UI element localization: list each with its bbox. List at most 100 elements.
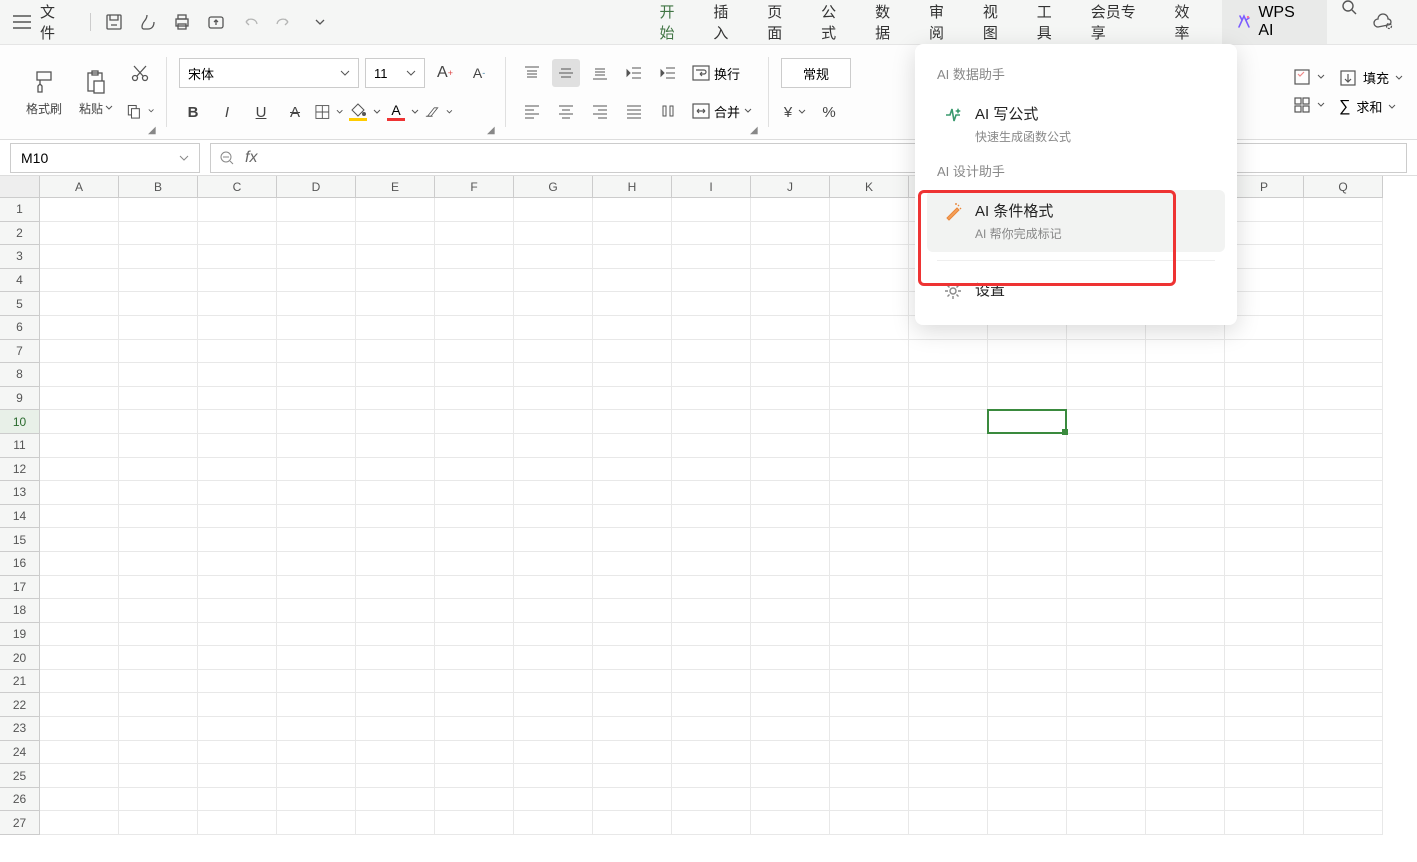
cell[interactable] [830, 599, 909, 623]
column-header[interactable]: F [435, 176, 514, 198]
cell[interactable] [119, 646, 198, 670]
cell[interactable] [1225, 741, 1304, 765]
cell[interactable] [593, 292, 672, 316]
cell[interactable] [40, 717, 119, 741]
cell[interactable] [672, 788, 751, 812]
cell[interactable] [751, 316, 830, 340]
cell[interactable] [435, 222, 514, 246]
column-header[interactable]: H [593, 176, 672, 198]
cell[interactable] [1067, 670, 1146, 694]
cell[interactable] [435, 481, 514, 505]
cell[interactable] [909, 693, 988, 717]
row-header[interactable]: 13 [0, 481, 39, 505]
cell[interactable] [40, 387, 119, 411]
cell[interactable] [40, 292, 119, 316]
wrap-text-button[interactable]: 换行 [688, 62, 744, 85]
cell[interactable] [1146, 528, 1225, 552]
font-name-select[interactable]: 宋体 [179, 58, 359, 88]
column-header[interactable]: G [514, 176, 593, 198]
cell[interactable] [1225, 670, 1304, 694]
cell[interactable] [198, 222, 277, 246]
increase-font-icon[interactable]: A+ [431, 59, 459, 87]
cell[interactable] [356, 316, 435, 340]
cell[interactable] [593, 198, 672, 222]
cell[interactable] [435, 788, 514, 812]
cell[interactable] [593, 434, 672, 458]
cell[interactable] [119, 528, 198, 552]
cell[interactable] [356, 811, 435, 835]
undo-icon[interactable] [236, 8, 264, 36]
cell[interactable] [988, 717, 1067, 741]
cell[interactable] [1067, 528, 1146, 552]
cell[interactable] [277, 505, 356, 529]
cell[interactable] [1225, 387, 1304, 411]
cell[interactable] [672, 363, 751, 387]
font-color-icon[interactable]: A [387, 103, 419, 121]
cell[interactable] [1225, 505, 1304, 529]
cell[interactable] [356, 481, 435, 505]
cell[interactable] [593, 646, 672, 670]
strikethrough-icon[interactable]: A [281, 98, 309, 126]
cell[interactable] [356, 363, 435, 387]
cell[interactable] [198, 528, 277, 552]
cell[interactable] [514, 552, 593, 576]
cell[interactable] [40, 434, 119, 458]
cell[interactable] [1146, 811, 1225, 835]
cell[interactable] [119, 670, 198, 694]
cell[interactable] [1067, 387, 1146, 411]
cell[interactable] [119, 340, 198, 364]
cell[interactable] [593, 340, 672, 364]
row-header[interactable]: 6 [0, 316, 39, 340]
cell[interactable] [909, 505, 988, 529]
cell[interactable] [909, 387, 988, 411]
cell[interactable] [988, 410, 1067, 434]
cell[interactable] [672, 410, 751, 434]
cell[interactable] [1146, 623, 1225, 647]
cell[interactable] [40, 269, 119, 293]
cell[interactable] [830, 646, 909, 670]
cell[interactable] [119, 741, 198, 765]
cell[interactable] [672, 340, 751, 364]
conditional-format-button[interactable] [1293, 68, 1325, 86]
cell[interactable] [356, 410, 435, 434]
row-header[interactable]: 4 [0, 269, 39, 293]
cell[interactable] [1304, 788, 1383, 812]
cell[interactable] [1146, 670, 1225, 694]
cell[interactable] [1304, 292, 1383, 316]
cell[interactable] [198, 741, 277, 765]
cell[interactable] [1146, 552, 1225, 576]
cell[interactable] [198, 316, 277, 340]
cell[interactable] [1304, 693, 1383, 717]
cell[interactable] [909, 811, 988, 835]
cell[interactable] [672, 316, 751, 340]
cell[interactable] [593, 505, 672, 529]
cell[interactable] [40, 505, 119, 529]
cell[interactable] [672, 670, 751, 694]
row-header[interactable]: 11 [0, 434, 39, 458]
cell[interactable] [672, 528, 751, 552]
cell[interactable] [988, 623, 1067, 647]
cell[interactable] [593, 623, 672, 647]
cell[interactable] [909, 363, 988, 387]
cell[interactable] [988, 387, 1067, 411]
row-header[interactable]: 15 [0, 528, 39, 552]
cell[interactable] [1146, 363, 1225, 387]
cell[interactable] [40, 576, 119, 600]
italic-icon[interactable]: I [213, 98, 241, 126]
cell[interactable] [40, 599, 119, 623]
cell[interactable] [1304, 340, 1383, 364]
cell[interactable] [277, 340, 356, 364]
cell[interactable] [1067, 576, 1146, 600]
cell[interactable] [40, 410, 119, 434]
cell[interactable] [672, 292, 751, 316]
cell[interactable] [1146, 741, 1225, 765]
cell[interactable] [1304, 316, 1383, 340]
cell[interactable] [1146, 764, 1225, 788]
fx-icon[interactable]: fx [245, 149, 257, 167]
decrease-indent-icon[interactable] [620, 59, 648, 87]
align-left-icon[interactable] [518, 97, 546, 125]
cell[interactable] [1225, 434, 1304, 458]
cell[interactable] [830, 528, 909, 552]
cell[interactable] [1304, 245, 1383, 269]
cell[interactable] [40, 552, 119, 576]
